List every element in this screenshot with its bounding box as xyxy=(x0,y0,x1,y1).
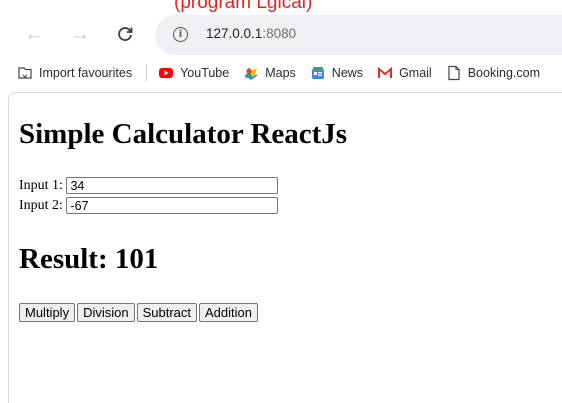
bookmarks-bar: Import favourites YouTube Maps News Gmai… xyxy=(0,56,562,90)
addition-button[interactable]: Addition xyxy=(199,303,258,322)
arrow-right-icon: → xyxy=(70,23,90,45)
gmail-icon xyxy=(378,66,393,78)
operation-buttons: Multiply Division Subtract Addition xyxy=(19,303,258,322)
division-button[interactable]: Division xyxy=(77,303,135,322)
input-2-field[interactable] xyxy=(66,197,279,214)
address-bar[interactable]: i 127.0.0.1:8080 xyxy=(155,15,562,55)
input-1-row: Input 1: xyxy=(19,177,279,195)
bookmark-gmail[interactable]: Gmail xyxy=(377,65,432,81)
bookmark-maps[interactable]: Maps xyxy=(243,65,296,81)
info-icon[interactable]: i xyxy=(173,27,188,42)
reload-button[interactable] xyxy=(113,22,137,46)
browser-toolbar: ← → i 127.0.0.1:8080 xyxy=(0,12,562,56)
import-icon xyxy=(18,67,32,79)
maps-icon xyxy=(244,67,258,80)
youtube-icon xyxy=(159,68,174,78)
input-1-field[interactable] xyxy=(66,177,279,194)
reload-icon xyxy=(118,27,133,41)
news-icon xyxy=(311,67,324,79)
multiply-button[interactable]: Multiply xyxy=(19,303,76,322)
page-title: Simple Calculator ReactJs xyxy=(19,118,348,150)
page-content: Simple Calculator ReactJs Input 1: Input… xyxy=(8,92,562,403)
subtract-button[interactable]: Subtract xyxy=(136,303,198,322)
bookmarks-divider xyxy=(146,65,148,81)
bookmark-youtube[interactable]: YouTube xyxy=(158,65,229,81)
input-2-row: Input 2: xyxy=(19,197,279,215)
bookmark-news[interactable]: News xyxy=(310,65,363,81)
document-icon xyxy=(448,65,460,81)
arrow-left-icon: ← xyxy=(24,23,44,45)
input-1-label: Input 1: xyxy=(19,178,63,193)
bookmark-import-favourites[interactable]: Import favourites xyxy=(17,65,132,81)
url-text: 127.0.0.1:8080 xyxy=(206,26,297,41)
result-display: Result: 101 xyxy=(19,243,159,275)
back-button[interactable]: ← xyxy=(22,22,46,46)
forward-button[interactable]: → xyxy=(68,22,92,46)
input-2-label: Input 2: xyxy=(19,198,63,213)
bookmark-booking[interactable]: Booking.com xyxy=(446,65,540,81)
